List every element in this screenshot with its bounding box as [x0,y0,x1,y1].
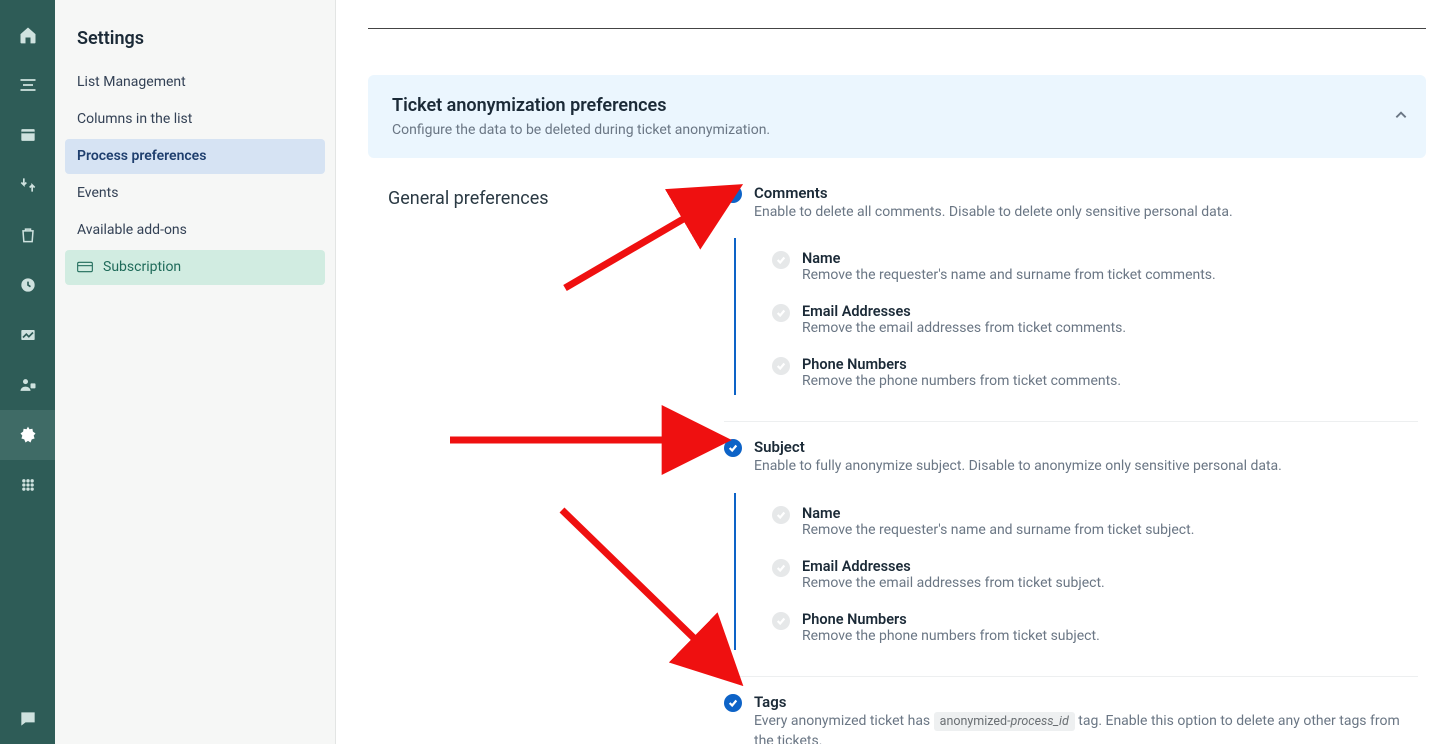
sidebar-item-label: Process preferences [77,148,206,164]
section-heading: General preferences [388,184,724,209]
code-text: anonymized- [940,714,1011,729]
checkbox-subject-phone[interactable] [772,612,790,630]
nav-rail [0,0,55,744]
sub-title: Name [802,505,1194,522]
top-divider [368,28,1426,29]
pref-title: Subject [754,438,1282,456]
chevron-up-icon [1394,108,1408,122]
code-text-italic: process_id [1011,714,1069,729]
divider [724,676,1418,677]
checkbox-comments-name[interactable] [772,251,790,269]
rail-transfer-icon[interactable] [0,160,55,210]
sidebar-item-label: Subscription [103,259,181,275]
rail-archive-icon[interactable] [0,110,55,160]
check-icon [776,616,786,626]
panel-header: Ticket anonymization preferences Configu… [368,75,1426,158]
sub-desc: Remove the email addresses from ticket c… [802,320,1126,336]
rail-feedback-icon[interactable] [0,694,55,744]
sub-desc: Remove the requester's name and surname … [802,522,1194,538]
sub-title: Phone Numbers [802,611,1100,628]
pref-desc: Every anonymized ticket has anonymized-p… [754,711,1418,744]
settings-sidebar: Settings List Management Columns in the … [55,0,336,744]
check-icon [728,189,738,199]
credit-card-icon [77,260,93,274]
sidebar-title: Settings [65,20,325,65]
check-icon [728,443,738,453]
check-icon [776,510,786,520]
sub-title: Phone Numbers [802,356,1121,373]
rail-list-icon[interactable] [0,60,55,110]
pref-desc: Enable to fully anonymize subject. Disab… [754,456,1282,476]
checkbox-subject-name[interactable] [772,506,790,524]
pref-subject-sub: NameRemove the requester's name and surn… [734,493,1418,650]
pref-comments: Comments Enable to delete all comments. … [724,184,1418,415]
checkbox-comments[interactable] [724,185,742,203]
sidebar-item-events[interactable]: Events [65,176,325,211]
check-icon [776,563,786,573]
checkbox-comments-phone[interactable] [772,357,790,375]
panel-subtitle: Configure the data to be deleted during … [392,122,1402,138]
sidebar-item-list-management[interactable]: List Management [65,65,325,100]
sub-title: Email Addresses [802,303,1126,320]
check-icon [776,255,786,265]
rail-apps-icon[interactable] [0,460,55,510]
pref-desc: Enable to delete all comments. Disable t… [754,202,1233,222]
check-icon [728,698,738,708]
sub-desc: Remove the requester's name and surname … [802,267,1216,283]
rail-trash-icon[interactable] [0,210,55,260]
collapse-toggle[interactable] [1394,108,1408,126]
pref-comments-sub: NameRemove the requester's name and surn… [734,238,1418,395]
pref-desc-text: Every anonymized ticket has [754,713,934,729]
check-icon [776,308,786,318]
sidebar-item-label: Events [77,185,118,201]
sub-desc: Remove the email addresses from ticket s… [802,575,1105,591]
pref-title: Comments [754,184,1233,202]
sidebar-item-label: Available add-ons [77,222,187,238]
panel-title: Ticket anonymization preferences [392,95,1402,116]
sidebar-item-process-preferences[interactable]: Process preferences [65,139,325,174]
rail-clock-icon[interactable] [0,260,55,310]
sidebar-item-columns[interactable]: Columns in the list [65,102,325,137]
code-badge: anonymized-process_id [934,712,1075,731]
sidebar-item-addons[interactable]: Available add-ons [65,213,325,248]
pref-subject: Subject Enable to fully anonymize subjec… [724,438,1418,669]
rail-settings-icon[interactable] [0,410,55,460]
sidebar-item-label: List Management [77,74,186,90]
main-content: Ticket anonymization preferences Configu… [336,0,1450,744]
checkbox-subject-email[interactable] [772,559,790,577]
pref-title: Tags [754,693,1418,711]
rail-chart-icon[interactable] [0,310,55,360]
sidebar-item-subscription[interactable]: Subscription [65,250,325,285]
sub-title: Email Addresses [802,558,1105,575]
divider [724,421,1418,422]
check-icon [776,361,786,371]
sub-desc: Remove the phone numbers from ticket sub… [802,628,1100,644]
rail-home-icon[interactable] [0,10,55,60]
checkbox-subject[interactable] [724,439,742,457]
checkbox-tags[interactable] [724,694,742,712]
checkbox-comments-email[interactable] [772,304,790,322]
rail-privacy-icon[interactable] [0,360,55,410]
sub-desc: Remove the phone numbers from ticket com… [802,373,1121,389]
sidebar-item-label: Columns in the list [77,111,192,127]
sub-title: Name [802,250,1216,267]
pref-tags: Tags Every anonymized ticket has anonymi… [724,693,1418,744]
